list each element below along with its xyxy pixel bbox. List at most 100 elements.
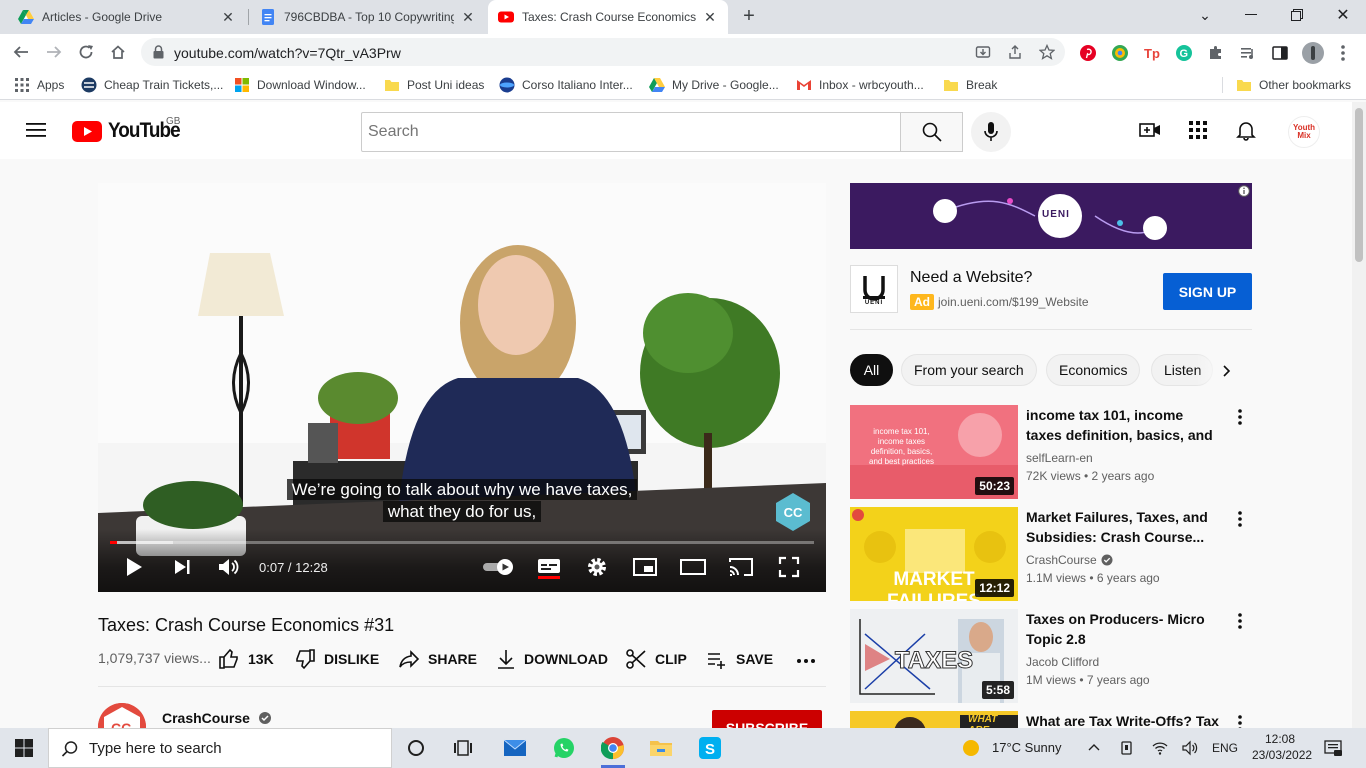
related-channel[interactable]: Jacob Clifford xyxy=(1026,655,1099,669)
bookmark-my-drive[interactable]: My Drive - Google... xyxy=(649,77,779,93)
ad-url[interactable]: join.ueni.com/$199_Website xyxy=(938,295,1089,309)
voice-search-button[interactable] xyxy=(971,112,1011,152)
search-button[interactable] xyxy=(900,112,963,152)
related-title[interactable]: income tax 101, income taxes definition,… xyxy=(1026,405,1221,445)
notifications-icon[interactable] xyxy=(1324,740,1342,756)
taskbar-clock[interactable]: 12:08 23/03/2022 xyxy=(1252,731,1312,763)
share-page-icon[interactable] xyxy=(1007,44,1023,60)
file-explorer-icon[interactable] xyxy=(649,736,673,760)
taskbar-search[interactable]: Type here to search xyxy=(48,728,392,768)
forward-icon[interactable] xyxy=(42,40,66,64)
close-tab-icon[interactable]: ✕ xyxy=(460,9,476,26)
video-thumbnail[interactable]: TAXES 5:58 xyxy=(850,609,1018,703)
notifications-bell-icon[interactable] xyxy=(1234,118,1258,142)
more-actions-icon[interactable] xyxy=(796,654,816,668)
subtitles-button[interactable] xyxy=(536,555,562,579)
tab-search-icon[interactable]: ⌄ xyxy=(1182,0,1228,30)
bookmark-star-icon[interactable] xyxy=(1039,44,1055,60)
channel-name[interactable]: CrashCourse xyxy=(162,710,272,726)
chevron-right-icon[interactable] xyxy=(1221,364,1233,378)
related-video[interactable]: income tax 101, income taxes definition,… xyxy=(850,405,1252,499)
sun-icon[interactable] xyxy=(962,739,980,757)
scrollbar-thumb[interactable] xyxy=(1355,108,1363,262)
extension-circle-icon[interactable] xyxy=(1111,44,1129,62)
related-title[interactable]: Taxes on Producers- Micro Topic 2.8 xyxy=(1026,609,1221,649)
theater-mode-button[interactable] xyxy=(680,555,706,579)
ad-logo[interactable]: UENI xyxy=(850,265,898,313)
next-button[interactable] xyxy=(170,555,194,579)
media-queue-icon[interactable] xyxy=(1239,44,1257,62)
bookmark-break[interactable]: Break xyxy=(943,77,997,93)
lock-icon[interactable] xyxy=(153,45,164,59)
close-window-icon[interactable]: ✕ xyxy=(1320,0,1366,30)
view-count[interactable]: 1,079,737 views... xyxy=(98,650,211,666)
related-channel[interactable]: CrashCourse xyxy=(1026,553,1113,567)
extensions-puzzle-icon[interactable] xyxy=(1207,44,1225,62)
autoplay-toggle[interactable] xyxy=(480,555,518,579)
bookmark-corso[interactable]: Corso Italiano Inter... xyxy=(499,77,633,93)
language-indicator[interactable]: ENG xyxy=(1212,741,1238,755)
related-title[interactable]: Market Failures, Taxes, and Subsidies: C… xyxy=(1026,507,1221,547)
play-button[interactable] xyxy=(122,555,146,579)
share-button[interactable]: SHARE xyxy=(398,648,477,670)
back-icon[interactable] xyxy=(9,40,33,64)
windows-start-icon[interactable] xyxy=(12,736,36,760)
apps-grid-icon[interactable] xyxy=(1186,118,1210,142)
wifi-icon[interactable] xyxy=(1152,740,1168,756)
settings-button[interactable] xyxy=(584,555,610,579)
profile-avatar[interactable] xyxy=(1302,42,1324,64)
meet-now-icon[interactable] xyxy=(1120,740,1134,756)
create-video-icon[interactable] xyxy=(1138,118,1162,142)
cast-button[interactable] xyxy=(728,555,754,579)
dislike-button[interactable]: DISLIKE xyxy=(294,648,379,670)
bookmark-post-uni[interactable]: Post Uni ideas xyxy=(384,77,484,93)
clip-button[interactable]: CLIP xyxy=(625,648,687,670)
more-vertical-icon[interactable] xyxy=(1234,509,1246,529)
account-avatar[interactable]: Youth Mix xyxy=(1288,116,1320,148)
chevron-up-icon[interactable] xyxy=(1088,742,1100,752)
video-player[interactable]: CC We’re going to talk about why we have… xyxy=(98,183,826,592)
whatsapp-icon[interactable] xyxy=(552,736,576,760)
related-video[interactable]: MARKET FAILURES 12:12 Market Failures, T… xyxy=(850,507,1252,601)
home-icon[interactable] xyxy=(106,40,130,64)
close-tab-icon[interactable]: ✕ xyxy=(220,9,236,26)
chip-economics[interactable]: Economics xyxy=(1046,354,1141,386)
related-video[interactable]: WHAT ARE What are Tax Write-Offs? Tax xyxy=(850,711,1252,728)
related-video[interactable]: TAXES 5:58 Taxes on Producers- Micro Top… xyxy=(850,609,1252,703)
side-panel-icon[interactable] xyxy=(1271,44,1289,62)
ad-banner[interactable]: UENI xyxy=(850,183,1252,249)
cortana-icon[interactable] xyxy=(404,736,428,760)
like-button[interactable]: 13K xyxy=(218,648,274,670)
more-vertical-icon[interactable] xyxy=(1234,407,1246,427)
tab-youtube[interactable]: Taxes: Crash Course Economics # ✕ xyxy=(488,0,728,34)
reload-icon[interactable] xyxy=(74,40,98,64)
ad-info-icon[interactable] xyxy=(1238,185,1250,197)
search-input[interactable] xyxy=(361,112,901,152)
task-view-icon[interactable] xyxy=(451,736,475,760)
video-thumbnail[interactable]: MARKET FAILURES 12:12 xyxy=(850,507,1018,601)
install-app-icon[interactable] xyxy=(975,44,991,60)
chrome-icon[interactable] xyxy=(601,736,625,760)
bookmark-inbox[interactable]: Inbox - wrbcyouth... xyxy=(796,77,924,93)
related-channel[interactable]: selfLearn-en xyxy=(1026,451,1093,465)
address-bar[interactable]: youtube.com/watch?v=7Qtr_vA3Prw xyxy=(141,38,1065,66)
weather-text[interactable]: 17°C Sunny xyxy=(992,740,1062,755)
tab-docs[interactable]: 796CBDBA - Top 10 Copywriting ✕ xyxy=(250,0,486,34)
new-tab-button[interactable]: + xyxy=(738,5,760,27)
close-tab-icon[interactable]: ✕ xyxy=(702,9,718,26)
bookmark-windows[interactable]: Download Window... xyxy=(234,77,366,93)
tab-google-drive[interactable]: Articles - Google Drive ✕ xyxy=(8,0,246,34)
fullscreen-button[interactable] xyxy=(776,555,802,579)
related-title[interactable]: What are Tax Write-Offs? Tax xyxy=(1026,711,1221,728)
miniplayer-button[interactable] xyxy=(632,555,658,579)
chip-from-your-search[interactable]: From your search xyxy=(901,354,1037,386)
video-thumbnail[interactable]: income tax 101, income taxes definition,… xyxy=(850,405,1018,499)
speaker-icon[interactable] xyxy=(1182,740,1198,756)
chip-all[interactable]: All xyxy=(850,354,893,386)
mail-icon[interactable] xyxy=(503,736,527,760)
minimize-window-icon[interactable] xyxy=(1228,0,1274,30)
save-button[interactable]: SAVE xyxy=(706,648,773,670)
ad-title[interactable]: Need a Website? xyxy=(910,269,1032,287)
more-vertical-icon[interactable] xyxy=(1234,713,1246,728)
bookmark-apps[interactable]: Apps xyxy=(14,77,64,93)
